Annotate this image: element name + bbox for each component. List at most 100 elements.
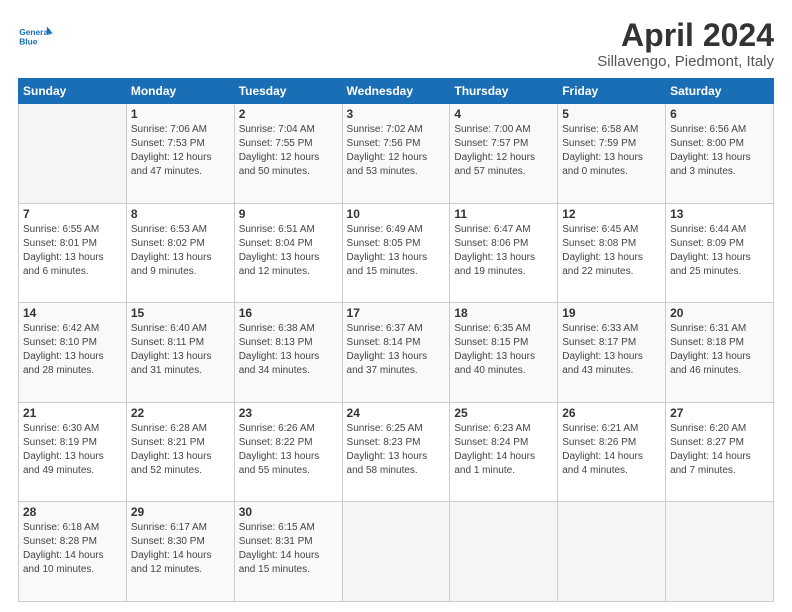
table-row: 19 Sunrise: 6:33 AM Sunset: 8:17 PM Dayli… bbox=[558, 303, 666, 403]
day-info: Sunrise: 6:30 AM Sunset: 8:19 PM Dayligh… bbox=[23, 422, 122, 478]
day-number: 17 bbox=[347, 306, 446, 320]
day-info: Sunrise: 6:20 AM Sunset: 8:27 PM Dayligh… bbox=[670, 422, 769, 478]
day-info: Sunrise: 6:21 AM Sunset: 8:26 PM Dayligh… bbox=[562, 422, 661, 478]
col-saturday: Saturday bbox=[666, 79, 774, 104]
table-row: 26 Sunrise: 6:21 AM Sunset: 8:26 PM Dayli… bbox=[558, 402, 666, 502]
day-number: 4 bbox=[454, 107, 553, 121]
table-row: 23 Sunrise: 6:26 AM Sunset: 8:22 PM Dayli… bbox=[234, 402, 342, 502]
day-info: Sunrise: 6:38 AM Sunset: 8:13 PM Dayligh… bbox=[239, 322, 338, 378]
table-row: 18 Sunrise: 6:35 AM Sunset: 8:15 PM Dayli… bbox=[450, 303, 558, 403]
svg-text:Blue: Blue bbox=[19, 36, 38, 46]
day-number: 29 bbox=[131, 505, 230, 519]
day-number: 10 bbox=[347, 207, 446, 221]
day-number: 5 bbox=[562, 107, 661, 121]
table-row bbox=[19, 104, 127, 204]
day-info: Sunrise: 7:06 AM Sunset: 7:53 PM Dayligh… bbox=[131, 123, 230, 179]
table-row: 9 Sunrise: 6:51 AM Sunset: 8:04 PM Daylig… bbox=[234, 203, 342, 303]
page-subtitle: Sillavengo, Piedmont, Italy bbox=[597, 53, 774, 70]
day-info: Sunrise: 6:28 AM Sunset: 8:21 PM Dayligh… bbox=[131, 422, 230, 478]
table-row bbox=[666, 502, 774, 602]
day-info: Sunrise: 6:55 AM Sunset: 8:01 PM Dayligh… bbox=[23, 223, 122, 279]
table-row: 5 Sunrise: 6:58 AM Sunset: 7:59 PM Daylig… bbox=[558, 104, 666, 204]
table-row: 12 Sunrise: 6:45 AM Sunset: 8:08 PM Dayli… bbox=[558, 203, 666, 303]
table-row: 30 Sunrise: 6:15 AM Sunset: 8:31 PM Dayli… bbox=[234, 502, 342, 602]
day-number: 6 bbox=[670, 107, 769, 121]
day-info: Sunrise: 6:33 AM Sunset: 8:17 PM Dayligh… bbox=[562, 322, 661, 378]
day-info: Sunrise: 6:49 AM Sunset: 8:05 PM Dayligh… bbox=[347, 223, 446, 279]
day-info: Sunrise: 6:45 AM Sunset: 8:08 PM Dayligh… bbox=[562, 223, 661, 279]
day-number: 11 bbox=[454, 207, 553, 221]
table-row: 20 Sunrise: 6:31 AM Sunset: 8:18 PM Dayli… bbox=[666, 303, 774, 403]
table-row: 1Sunrise: 7:06 AM Sunset: 7:53 PM Daylig… bbox=[126, 104, 234, 204]
day-number: 15 bbox=[131, 306, 230, 320]
day-info: Sunrise: 6:35 AM Sunset: 8:15 PM Dayligh… bbox=[454, 322, 553, 378]
table-row: 8 Sunrise: 6:53 AM Sunset: 8:02 PM Daylig… bbox=[126, 203, 234, 303]
calendar-week-row: 7 Sunrise: 6:55 AM Sunset: 8:01 PM Daylig… bbox=[19, 203, 774, 303]
day-number: 19 bbox=[562, 306, 661, 320]
day-number: 26 bbox=[562, 406, 661, 420]
page: General Blue April 2024 Sillavengo, Pied… bbox=[0, 0, 792, 612]
day-info: Sunrise: 7:02 AM Sunset: 7:56 PM Dayligh… bbox=[347, 123, 446, 179]
table-row: 6 Sunrise: 6:56 AM Sunset: 8:00 PM Daylig… bbox=[666, 104, 774, 204]
calendar-week-row: 28 Sunrise: 6:18 AM Sunset: 8:28 PM Dayli… bbox=[19, 502, 774, 602]
day-number: 28 bbox=[23, 505, 122, 519]
day-number: 7 bbox=[23, 207, 122, 221]
calendar-week-row: 14Sunrise: 6:42 AM Sunset: 8:10 PM Dayli… bbox=[19, 303, 774, 403]
logo: General Blue bbox=[18, 18, 54, 54]
title-block: April 2024 Sillavengo, Piedmont, Italy bbox=[597, 18, 774, 70]
day-number: 24 bbox=[347, 406, 446, 420]
day-info: Sunrise: 6:51 AM Sunset: 8:04 PM Dayligh… bbox=[239, 223, 338, 279]
day-number: 27 bbox=[670, 406, 769, 420]
day-info: Sunrise: 6:44 AM Sunset: 8:09 PM Dayligh… bbox=[670, 223, 769, 279]
col-monday: Monday bbox=[126, 79, 234, 104]
table-row: 2Sunrise: 7:04 AM Sunset: 7:55 PM Daylig… bbox=[234, 104, 342, 204]
day-number: 30 bbox=[239, 505, 338, 519]
day-info: Sunrise: 6:17 AM Sunset: 8:30 PM Dayligh… bbox=[131, 521, 230, 577]
table-row: 28 Sunrise: 6:18 AM Sunset: 8:28 PM Dayli… bbox=[19, 502, 127, 602]
table-row: 4 Sunrise: 7:00 AM Sunset: 7:57 PM Daylig… bbox=[450, 104, 558, 204]
table-row: 11Sunrise: 6:47 AM Sunset: 8:06 PM Dayli… bbox=[450, 203, 558, 303]
day-info: Sunrise: 6:31 AM Sunset: 8:18 PM Dayligh… bbox=[670, 322, 769, 378]
calendar-header-row: Sunday Monday Tuesday Wednesday Thursday… bbox=[19, 79, 774, 104]
table-row: 7 Sunrise: 6:55 AM Sunset: 8:01 PM Daylig… bbox=[19, 203, 127, 303]
calendar-week-row: 1Sunrise: 7:06 AM Sunset: 7:53 PM Daylig… bbox=[19, 104, 774, 204]
table-row: 14Sunrise: 6:42 AM Sunset: 8:10 PM Dayli… bbox=[19, 303, 127, 403]
table-row: 16 Sunrise: 6:38 AM Sunset: 8:13 PM Dayli… bbox=[234, 303, 342, 403]
table-row: 24Sunrise: 6:25 AM Sunset: 8:23 PM Dayli… bbox=[342, 402, 450, 502]
day-info: Sunrise: 6:56 AM Sunset: 8:00 PM Dayligh… bbox=[670, 123, 769, 179]
day-info: Sunrise: 6:58 AM Sunset: 7:59 PM Dayligh… bbox=[562, 123, 661, 179]
day-info: Sunrise: 6:18 AM Sunset: 8:28 PM Dayligh… bbox=[23, 521, 122, 577]
table-row: 3 Sunrise: 7:02 AM Sunset: 7:56 PM Daylig… bbox=[342, 104, 450, 204]
table-row: 13 Sunrise: 6:44 AM Sunset: 8:09 PM Dayli… bbox=[666, 203, 774, 303]
day-info: Sunrise: 6:40 AM Sunset: 8:11 PM Dayligh… bbox=[131, 322, 230, 378]
day-info: Sunrise: 6:53 AM Sunset: 8:02 PM Dayligh… bbox=[131, 223, 230, 279]
col-thursday: Thursday bbox=[450, 79, 558, 104]
day-number: 14 bbox=[23, 306, 122, 320]
day-number: 13 bbox=[670, 207, 769, 221]
day-info: Sunrise: 6:23 AM Sunset: 8:24 PM Dayligh… bbox=[454, 422, 553, 478]
col-sunday: Sunday bbox=[19, 79, 127, 104]
day-number: 3 bbox=[347, 107, 446, 121]
page-title: April 2024 bbox=[597, 18, 774, 53]
day-info: Sunrise: 6:15 AM Sunset: 8:31 PM Dayligh… bbox=[239, 521, 338, 577]
day-info: Sunrise: 6:26 AM Sunset: 8:22 PM Dayligh… bbox=[239, 422, 338, 478]
day-number: 2 bbox=[239, 107, 338, 121]
header: General Blue April 2024 Sillavengo, Pied… bbox=[18, 18, 774, 70]
table-row: 22 Sunrise: 6:28 AM Sunset: 8:21 PM Dayli… bbox=[126, 402, 234, 502]
day-number: 16 bbox=[239, 306, 338, 320]
day-number: 20 bbox=[670, 306, 769, 320]
table-row bbox=[342, 502, 450, 602]
day-number: 23 bbox=[239, 406, 338, 420]
day-number: 18 bbox=[454, 306, 553, 320]
col-wednesday: Wednesday bbox=[342, 79, 450, 104]
day-number: 8 bbox=[131, 207, 230, 221]
day-number: 22 bbox=[131, 406, 230, 420]
table-row bbox=[558, 502, 666, 602]
table-row: 27 Sunrise: 6:20 AM Sunset: 8:27 PM Dayli… bbox=[666, 402, 774, 502]
table-row: 25Sunrise: 6:23 AM Sunset: 8:24 PM Dayli… bbox=[450, 402, 558, 502]
table-row bbox=[450, 502, 558, 602]
day-number: 9 bbox=[239, 207, 338, 221]
day-number: 12 bbox=[562, 207, 661, 221]
day-info: Sunrise: 7:00 AM Sunset: 7:57 PM Dayligh… bbox=[454, 123, 553, 179]
calendar-week-row: 21Sunrise: 6:30 AM Sunset: 8:19 PM Dayli… bbox=[19, 402, 774, 502]
